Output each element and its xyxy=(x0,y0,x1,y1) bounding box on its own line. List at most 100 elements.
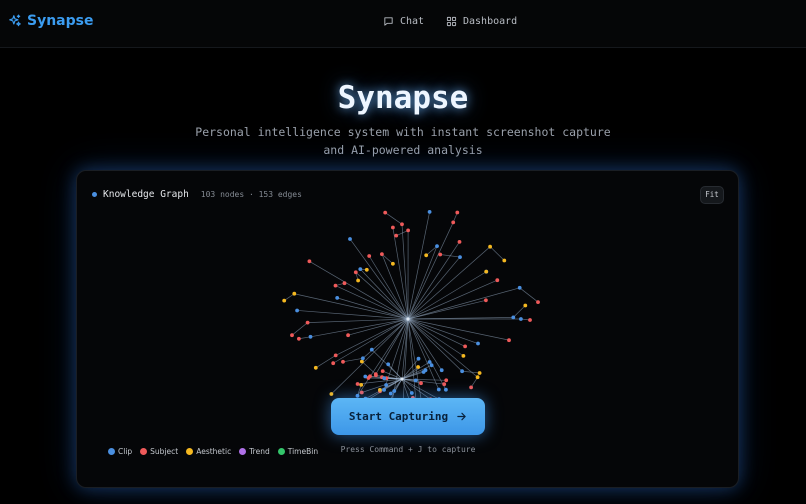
graph-node[interactable] xyxy=(380,369,385,373)
graph-node[interactable] xyxy=(477,371,482,375)
graph-node[interactable] xyxy=(329,392,334,396)
graph-node[interactable] xyxy=(333,283,338,288)
graph-node[interactable] xyxy=(439,368,444,373)
graph-node[interactable] xyxy=(444,387,448,392)
graph-node[interactable] xyxy=(429,363,434,368)
graph-node[interactable] xyxy=(413,378,418,383)
graph-node[interactable] xyxy=(444,378,449,383)
graph-node[interactable] xyxy=(374,373,378,378)
graph-node[interactable] xyxy=(282,298,287,303)
graph-node[interactable] xyxy=(364,267,369,272)
graph-node[interactable] xyxy=(416,365,420,369)
graph-node[interactable] xyxy=(382,376,387,381)
graph-hub-node[interactable] xyxy=(406,317,410,321)
nav-dashboard[interactable]: Dashboard xyxy=(446,16,517,27)
fit-button[interactable]: Fit xyxy=(700,186,724,204)
graph-node[interactable] xyxy=(358,267,363,271)
graph-node[interactable] xyxy=(297,336,301,341)
graph-edge xyxy=(337,297,409,320)
graph-node[interactable] xyxy=(305,320,310,325)
graph-node[interactable] xyxy=(384,383,388,387)
nav-chat[interactable]: Chat xyxy=(383,16,424,27)
graph-hub-node[interactable] xyxy=(400,377,404,381)
graph-node[interactable] xyxy=(356,278,360,283)
graph-node[interactable] xyxy=(409,391,414,395)
graph-node[interactable] xyxy=(502,258,507,263)
graph-node[interactable] xyxy=(436,387,441,392)
graph-node[interactable] xyxy=(528,318,532,322)
graph-node[interactable] xyxy=(519,317,523,321)
graph-node[interactable] xyxy=(359,390,364,395)
graph-node[interactable] xyxy=(368,374,372,379)
graph-node[interactable] xyxy=(421,370,426,374)
graph-node[interactable] xyxy=(435,244,439,248)
graph-node[interactable] xyxy=(383,210,388,215)
graph-node[interactable] xyxy=(342,281,347,286)
graph-node[interactable] xyxy=(463,344,467,349)
graph-node[interactable] xyxy=(333,353,338,358)
graph-node[interactable] xyxy=(359,383,364,387)
graph-node[interactable] xyxy=(361,356,365,361)
graph-node[interactable] xyxy=(295,308,299,313)
graph-node[interactable] xyxy=(346,333,350,338)
graph-node[interactable] xyxy=(341,359,345,364)
graph-node[interactable] xyxy=(461,354,466,358)
graph-node[interactable] xyxy=(292,291,297,296)
graph-node[interactable] xyxy=(308,334,313,339)
graph-node[interactable] xyxy=(511,315,516,320)
graph-node[interactable] xyxy=(353,270,358,275)
graph-node[interactable] xyxy=(313,365,318,370)
graph-node[interactable] xyxy=(416,356,421,361)
graph-node[interactable] xyxy=(355,382,360,386)
legend-item-clip: Clip xyxy=(108,447,132,456)
legend-label-aesthetic: Aesthetic xyxy=(196,447,232,456)
graph-node[interactable] xyxy=(388,391,393,396)
graph-node[interactable] xyxy=(331,361,336,366)
graph-node[interactable] xyxy=(484,298,488,303)
graph-node[interactable] xyxy=(367,254,372,258)
graph-node[interactable] xyxy=(406,228,410,233)
graph-node[interactable] xyxy=(378,388,382,392)
graph-node[interactable] xyxy=(455,210,460,215)
graph-node[interactable] xyxy=(363,374,368,379)
graph-node[interactable] xyxy=(438,252,443,257)
graph-node[interactable] xyxy=(348,237,352,241)
graph-node[interactable] xyxy=(380,252,384,256)
chat-bubble-icon xyxy=(384,17,393,26)
graph-node[interactable] xyxy=(517,285,522,290)
graph-node[interactable] xyxy=(369,347,374,352)
graph-node[interactable] xyxy=(451,220,456,225)
graph-node[interactable] xyxy=(495,278,500,283)
graph-node[interactable] xyxy=(424,253,429,258)
graph-node[interactable] xyxy=(427,210,432,214)
graph-node[interactable] xyxy=(392,389,397,393)
graph-node[interactable] xyxy=(394,233,399,238)
graph-node[interactable] xyxy=(391,225,395,230)
brand-logo[interactable]: Synapse xyxy=(8,13,93,29)
graph-node[interactable] xyxy=(427,360,432,364)
start-capturing-button[interactable]: Start Capturing xyxy=(331,398,485,435)
graph-node[interactable] xyxy=(476,341,480,346)
graph-node[interactable] xyxy=(419,381,423,386)
graph-node[interactable] xyxy=(391,261,395,266)
graph-node[interactable] xyxy=(488,244,492,249)
graph-node[interactable] xyxy=(458,255,462,259)
knowledge-graph-canvas[interactable] xyxy=(77,171,738,487)
graph-node[interactable] xyxy=(400,222,404,227)
graph-node[interactable] xyxy=(484,269,489,274)
graph-edge xyxy=(519,287,539,303)
top-nav-bar: Synapse Chat Dashboard xyxy=(0,0,806,48)
graph-node[interactable] xyxy=(307,259,312,264)
graph-node[interactable] xyxy=(335,296,340,300)
graph-node[interactable] xyxy=(382,388,386,392)
graph-node[interactable] xyxy=(460,369,464,374)
graph-node[interactable] xyxy=(469,385,473,390)
graph-node[interactable] xyxy=(536,300,540,304)
graph-node[interactable] xyxy=(475,375,480,380)
graph-node[interactable] xyxy=(386,362,391,367)
graph-node[interactable] xyxy=(442,382,447,387)
graph-node[interactable] xyxy=(507,338,511,343)
graph-node[interactable] xyxy=(290,333,294,338)
graph-node[interactable] xyxy=(457,240,462,244)
graph-node[interactable] xyxy=(523,303,528,308)
